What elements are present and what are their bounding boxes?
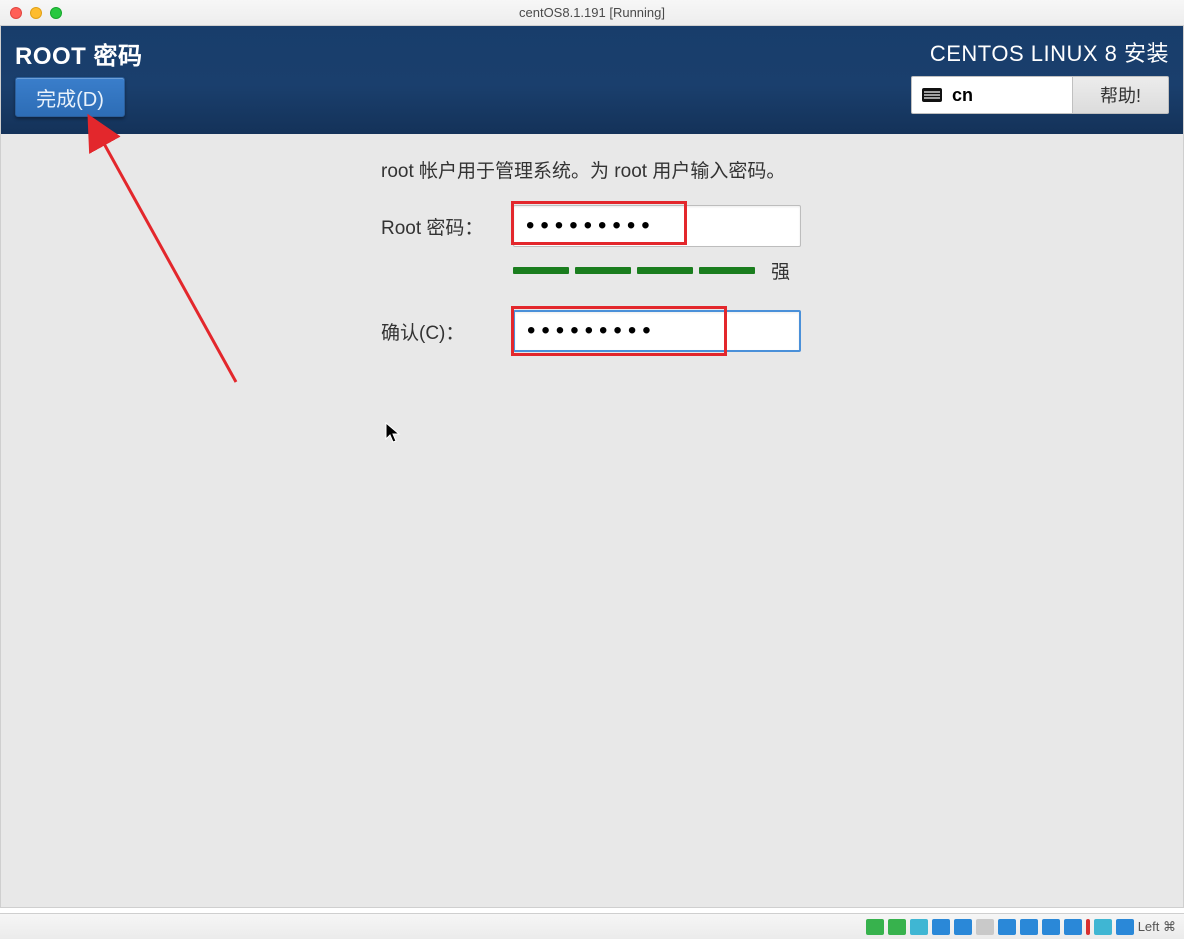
- done-button[interactable]: 完成(D): [15, 77, 125, 117]
- vm-settings-icon[interactable]: [866, 919, 884, 935]
- vm-mouse-icon[interactable]: [1116, 919, 1134, 935]
- vm-usb-icon[interactable]: [954, 919, 972, 935]
- vm-shared-folders-icon[interactable]: [976, 919, 994, 935]
- root-password-form: root 帐户用于管理系统。为 root 用户输入密码。 Root 密码： 强 …: [1, 134, 1183, 352]
- vm-network-icon[interactable]: [932, 919, 950, 935]
- vm-hostkey-label: Left ⌘: [1138, 919, 1176, 935]
- vm-keyboard-icon[interactable]: [1094, 919, 1112, 935]
- form-intro: root 帐户用于管理系统。为 root 用户输入密码。: [381, 156, 1183, 183]
- confirm-password-label: 确认(C)：: [381, 318, 513, 345]
- vm-audio-icon[interactable]: [1042, 919, 1060, 935]
- vm-clipboard-icon[interactable]: [1064, 919, 1082, 935]
- help-button[interactable]: 帮助!: [1073, 76, 1169, 114]
- page-title: ROOT 密码: [15, 36, 143, 71]
- keyboard-icon: [922, 88, 942, 102]
- vm-display-icon[interactable]: [998, 919, 1016, 935]
- cursor-icon: [385, 422, 401, 444]
- confirm-password-input[interactable]: [513, 310, 801, 352]
- vm-content: ROOT 密码 完成(D) CENTOS LINUX 8 安装 cn 帮助! r…: [0, 26, 1184, 908]
- password-strength-label: 强: [771, 257, 790, 284]
- root-password-input[interactable]: [513, 205, 801, 247]
- keyboard-layout-value: cn: [952, 85, 973, 106]
- window-title: centOS8.1.191 [Running]: [0, 5, 1184, 20]
- virtualbox-statusbar: Left ⌘: [0, 913, 1184, 939]
- root-password-label: Root 密码：: [381, 213, 513, 240]
- vm-hdd-icon[interactable]: [910, 919, 928, 935]
- vm-cd-icon[interactable]: [888, 919, 906, 935]
- password-strength-meter: [513, 267, 755, 274]
- vm-recording-icon[interactable]: [1020, 919, 1038, 935]
- mac-titlebar: centOS8.1.191 [Running]: [0, 0, 1184, 26]
- vm-cpu-icon[interactable]: [1086, 919, 1090, 935]
- keyboard-layout-selector[interactable]: cn: [911, 76, 1073, 114]
- install-title: CENTOS LINUX 8 安装: [930, 36, 1169, 68]
- anaconda-header: ROOT 密码 完成(D) CENTOS LINUX 8 安装 cn 帮助!: [1, 26, 1183, 134]
